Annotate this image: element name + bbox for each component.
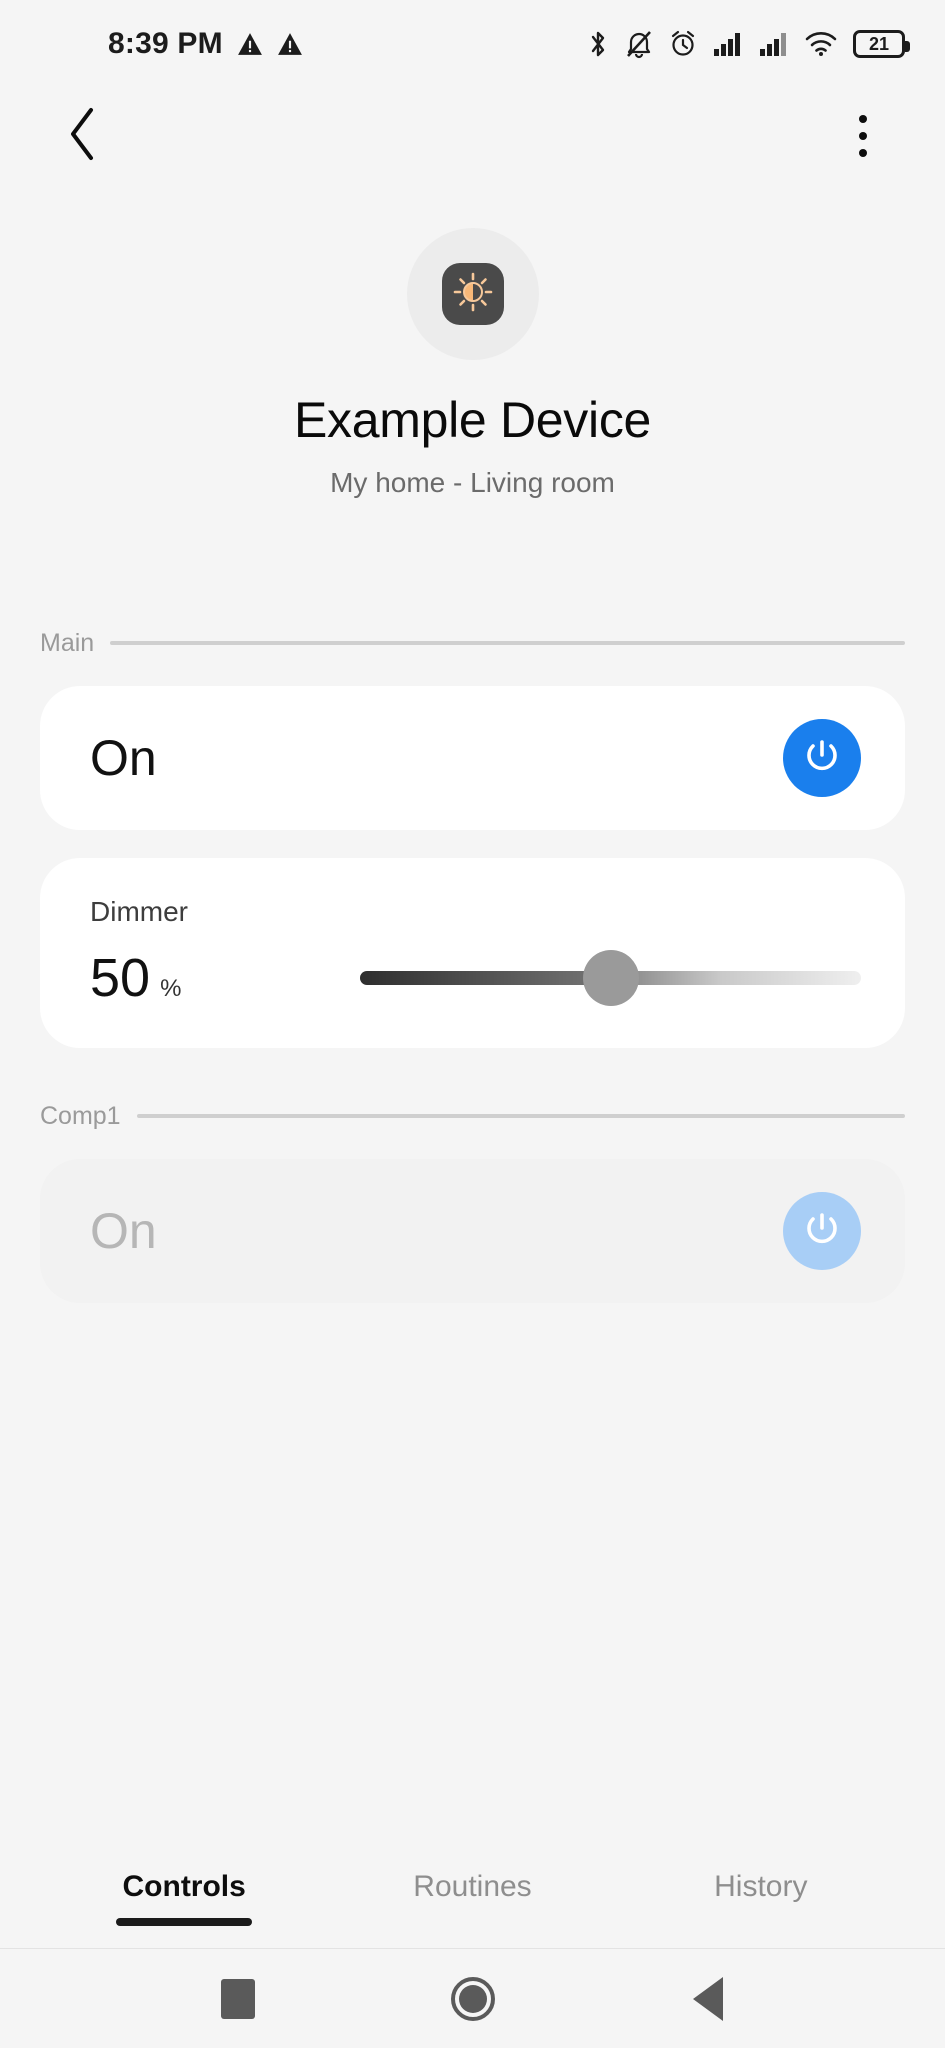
wifi-icon xyxy=(805,31,837,57)
section-label: Main xyxy=(40,628,95,657)
alarm-clock-icon xyxy=(669,29,697,59)
chevron-left-icon xyxy=(65,106,99,167)
device-location: My home - Living room xyxy=(330,466,615,498)
section-divider xyxy=(136,1114,905,1118)
tab-active-indicator xyxy=(116,1918,253,1926)
comp1-switch-card[interactable]: On xyxy=(40,1158,905,1303)
device-icon-circle xyxy=(406,228,539,360)
device-icon-tile xyxy=(441,263,504,325)
flex-spacer xyxy=(0,1565,945,1828)
status-bar-left: 8:39 PM xyxy=(0,27,303,61)
device-detail-screen: 8:39 PM 21 Example Device My home - Livi… xyxy=(0,0,945,2048)
tab-routines[interactable]: Routines xyxy=(328,1870,616,1948)
tab-bar: Controls Routines History xyxy=(0,1828,945,1948)
back-button[interactable] xyxy=(50,104,114,168)
back-triangle-icon xyxy=(692,1976,723,2021)
home-circle-icon xyxy=(450,1976,495,2021)
tab-active-indicator xyxy=(693,1918,829,1926)
home-button[interactable] xyxy=(433,1959,513,2039)
kebab-dot-icon xyxy=(859,149,867,157)
comp1-switch-state: On xyxy=(90,1202,157,1259)
dimmer-slider-thumb[interactable] xyxy=(582,949,639,1006)
kebab-dot-icon xyxy=(859,115,867,123)
bluetooth-icon xyxy=(587,29,609,59)
section-header-main: Main xyxy=(40,629,905,658)
dimmer-row: 50 % xyxy=(90,949,861,1006)
comp1-power-button[interactable] xyxy=(783,1191,861,1270)
dimmer-value: 50 xyxy=(90,947,151,1008)
main-switch-card[interactable]: On xyxy=(40,685,905,830)
recents-button[interactable] xyxy=(198,1959,278,2039)
tab-label: Routines xyxy=(413,1870,532,1903)
status-bar-clock: 8:39 PM xyxy=(108,27,223,60)
recents-square-icon xyxy=(220,1978,255,2019)
dimmer-slider[interactable] xyxy=(360,949,861,1006)
warning-triangle-icon xyxy=(237,32,263,56)
android-navigation-bar xyxy=(0,1948,945,2048)
main-power-button[interactable] xyxy=(783,718,861,797)
device-name: Example Device xyxy=(293,392,652,448)
hero-spacer xyxy=(0,499,945,629)
section-divider xyxy=(110,641,905,645)
main-switch-state: On xyxy=(90,729,157,786)
status-bar-right: 21 xyxy=(587,29,910,59)
signal-bars-icon xyxy=(713,31,743,57)
tab-label: History xyxy=(714,1870,808,1903)
warning-triangle-icon xyxy=(277,32,303,56)
controls-content: Main On Dimmer 50 % Comp1 On xyxy=(0,629,945,1566)
kebab-dot-icon xyxy=(859,132,867,140)
section-header-comp1: Comp1 xyxy=(40,1102,905,1131)
tab-controls[interactable]: Controls xyxy=(40,1870,328,1948)
app-bar xyxy=(0,88,945,184)
device-header: Example Device My home - Living room xyxy=(0,184,945,499)
dimmer-label: Dimmer xyxy=(90,895,188,927)
dimmer-unit: % xyxy=(160,974,182,1002)
tab-active-indicator xyxy=(404,1918,540,1926)
power-icon xyxy=(801,734,843,781)
back-nav-button[interactable] xyxy=(668,1959,748,2039)
dimmer-value-group: 50 % xyxy=(90,951,360,1005)
tab-label: Controls xyxy=(122,1870,246,1903)
status-bar: 8:39 PM 21 xyxy=(0,0,945,88)
signal-bars-icon xyxy=(759,31,789,57)
overflow-menu-button[interactable] xyxy=(831,104,895,168)
tab-history[interactable]: History xyxy=(617,1870,905,1948)
battery-indicator: 21 xyxy=(853,30,910,58)
dimmer-brightness-icon xyxy=(451,270,495,319)
notifications-muted-icon xyxy=(625,29,653,59)
section-label: Comp1 xyxy=(40,1101,121,1130)
dimmer-card[interactable]: Dimmer 50 % xyxy=(40,857,905,1048)
power-icon xyxy=(801,1207,843,1254)
battery-level-label: 21 xyxy=(868,34,890,54)
